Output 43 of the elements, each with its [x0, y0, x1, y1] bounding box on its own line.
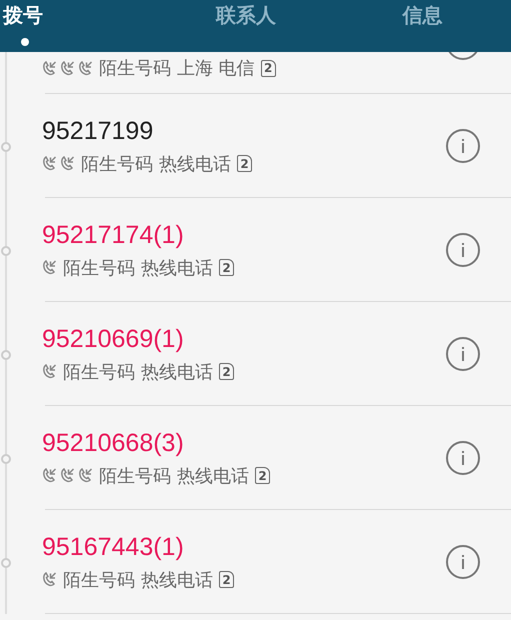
- caller-location: 热线电话: [141, 256, 213, 280]
- phone-number: 95217199: [42, 116, 154, 146]
- caller-label: 陌生号码: [99, 464, 171, 488]
- caller-location: 上海 电信: [177, 57, 255, 80]
- sim-badge: 2: [260, 60, 276, 76]
- phone-number: 95167443(1): [42, 532, 185, 562]
- incoming-call-icon: [42, 364, 57, 379]
- incoming-call-icon: [42, 60, 57, 76]
- info-icon[interactable]: [446, 545, 480, 579]
- caller-label: 陌生号码: [81, 152, 153, 176]
- info-icon[interactable]: [446, 129, 480, 163]
- caller-location: 热线电话: [141, 360, 213, 384]
- tab[interactable]: 拨号: [0, 0, 158, 52]
- incoming-call-icon: [42, 156, 57, 171]
- sim-badge: 2: [219, 571, 234, 588]
- phone-number: 95217174(1): [42, 220, 185, 250]
- incoming-call-icon: [78, 60, 93, 76]
- sim-badge: 2: [219, 259, 234, 276]
- sim-badge: 2: [219, 363, 234, 380]
- incoming-call-icon: [42, 572, 57, 587]
- incoming-call-icon: [42, 260, 57, 275]
- incoming-call-icon: [60, 468, 75, 483]
- caller-location: 热线电话: [159, 152, 231, 176]
- caller-location: 热线电话: [177, 464, 249, 488]
- info-icon[interactable]: [446, 233, 480, 267]
- caller-label: 陌生号码: [63, 568, 135, 592]
- incoming-call-icon: [42, 468, 57, 483]
- caller-label: 陌生号码: [63, 256, 135, 280]
- phone-number: 95210669(1): [42, 324, 185, 354]
- tab[interactable]: 联系人: [157, 0, 334, 52]
- incoming-call-icon: [60, 156, 75, 171]
- caller-location: 热线电话: [141, 568, 213, 592]
- caller-label: 陌生号码: [63, 360, 135, 384]
- phone-number: 95210668(3): [42, 428, 185, 458]
- caller-label: 陌生号码: [99, 57, 171, 80]
- sim-badge: 2: [255, 467, 270, 484]
- incoming-call-icon: [78, 468, 93, 483]
- selected-dot: [21, 38, 29, 46]
- info-icon[interactable]: [446, 441, 480, 475]
- info-icon[interactable]: [446, 337, 480, 371]
- sim-badge: 2: [237, 155, 252, 172]
- incoming-call-icon: [60, 60, 75, 76]
- tab[interactable]: 信息: [334, 0, 511, 52]
